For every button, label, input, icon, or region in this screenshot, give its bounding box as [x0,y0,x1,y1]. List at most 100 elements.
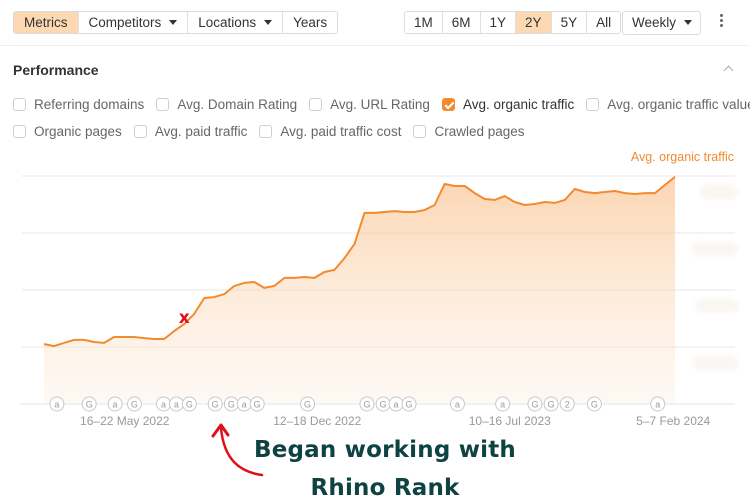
range-6m-button-label: 6M [451,15,471,30]
checkbox[interactable] [13,98,26,111]
range-6m-button[interactable]: 6M [442,12,481,33]
svg-text:a: a [54,400,59,410]
google-update-icon[interactable]: G [359,396,375,412]
x-tick-label: 5–7 Feb 2024 [636,414,710,428]
range-1y-button-label: 1Y [489,15,507,30]
metric-row-1: Referring domains Avg. Domain Rating Avg. … [13,97,750,112]
range-5y-button[interactable]: 5Y [551,12,588,33]
checkbox[interactable] [309,98,323,111]
callout-line-2: Rhino Rank [310,475,460,500]
toolbar: Metrics Competitors Locations Years 1M 6M 1Y 2… [0,0,750,46]
google-update-icon[interactable]: G [300,396,316,412]
ahrefs-update-icon[interactable]: a [449,396,465,412]
kebab-icon[interactable] [716,14,726,32]
svg-text:G: G [86,400,93,410]
range-all-button[interactable]: All [587,12,621,33]
metric-avg-paid-traffic-cost[interactable]: Avg. paid traffic cost [259,124,401,139]
metric-avg-organic-traffic[interactable]: Avg. organic traffic [441,97,575,112]
metric-organic-pages[interactable]: Organic pages [13,124,122,139]
svg-text:G: G [548,400,555,410]
interval-label: Weekly [632,15,677,30]
metric-row-2: Organic pages Avg. paid traffic Avg. paid … [13,124,537,139]
google-update-icon[interactable]: G [223,396,239,412]
metric-label: Avg. paid traffic [154,124,248,139]
competitors-button[interactable]: Competitors [78,12,189,33]
google-update-icon[interactable]: G [543,396,559,412]
ahrefs-update-icon[interactable]: a [495,396,511,412]
chevron-up-icon[interactable] [723,64,735,74]
metric-label: Organic pages [34,124,122,139]
checkbox[interactable] [156,98,170,111]
google-update-icon[interactable]: G [81,396,97,412]
range-1y-button[interactable]: 1Y [480,12,517,33]
google-update-icon[interactable]: G [401,396,417,412]
range-5y-button-label: 5Y [560,15,578,30]
google-update-icon[interactable]: G [375,396,391,412]
range-2y-button-label: 2Y [525,15,542,30]
svg-text:a: a [161,400,166,410]
svg-text:G: G [531,400,538,410]
caret-down-icon [684,20,693,25]
years-button-label: Years [293,15,328,30]
ahrefs-update-icon[interactable]: a [49,396,65,412]
ahrefs-update-icon[interactable]: a [236,396,252,412]
metric-label: Avg. organic traffic value [607,97,750,112]
ahrefs-update-icon[interactable]: a [168,396,184,412]
years-button[interactable]: Years [283,12,338,33]
interval-dropdown[interactable]: Weekly [622,11,702,35]
metric-avg-paid-traffic[interactable]: Avg. paid traffic [133,124,248,139]
metric-crawled-pages[interactable]: Crawled pages [413,124,525,139]
svg-text:a: a [113,400,118,410]
google-update-icon[interactable]: G [586,396,602,412]
google-update-icon[interactable]: G [181,396,197,412]
range-all-button-label: All [596,15,612,30]
google-update-icon[interactable]: G [527,396,543,412]
svg-text:2: 2 [565,400,570,410]
locations-button[interactable]: Locations [188,12,284,33]
callout-line-1: Began working with [253,437,516,463]
date-range-group: 1M 6M 1Y 2Y 5Y All [404,11,622,34]
annotation-count-icon[interactable]: 2 [559,396,575,412]
view-button-group: Metrics Competitors Locations Years [13,11,339,34]
metric-label: Avg. organic traffic [462,97,575,112]
ahrefs-update-icon[interactable]: a [650,396,666,412]
google-update-icon[interactable]: G [249,396,265,412]
competitors-button-label: Competitors [88,15,162,30]
x-tick-label: 10–16 Jul 2023 [469,414,551,428]
svg-text:G: G [363,400,370,410]
x-tick-label: 12–18 Dec 2022 [273,414,361,428]
metric-referring-domains[interactable]: Referring domains [13,97,144,112]
metrics-button[interactable]: Metrics [14,12,79,33]
svg-text:a: a [655,400,660,410]
svg-text:G: G [186,400,193,410]
annotation-callout: Began working with Rhino Rank [230,431,540,500]
metric-label: Avg. paid traffic cost [280,124,402,139]
start-marker-x: x [179,308,190,328]
checkbox[interactable] [133,125,147,138]
metric-avg-organic-traffic-value[interactable]: Avg. organic traffic value [586,97,750,112]
organic-traffic-chart: aGaGaaGGGaGGGGaGaaGG2Ga 16–22 May 2022 12… [20,175,735,428]
checkbox[interactable] [586,98,600,111]
svg-text:a: a [455,400,460,410]
svg-text:G: G [212,400,219,410]
checkbox[interactable] [441,98,455,111]
svg-text:a: a [174,400,179,410]
range-1m-button[interactable]: 1M [405,12,443,33]
ahrefs-update-icon[interactable]: a [156,396,172,412]
ahrefs-update-icon[interactable]: a [388,396,404,412]
metrics-button-label: Metrics [24,15,68,30]
ahrefs-update-icon[interactable]: a [107,396,123,412]
google-update-icon[interactable]: G [126,396,142,412]
metric-avg-url-rating[interactable]: Avg. URL Rating [309,97,430,112]
svg-text:G: G [591,400,598,410]
checkbox[interactable] [413,125,427,138]
checkbox[interactable] [13,125,26,138]
locations-button-label: Locations [198,15,257,30]
caret-down-icon [264,20,273,25]
google-update-icon[interactable]: G [207,396,223,412]
svg-text:G: G [254,400,261,410]
metric-label: Avg. Domain Rating [177,97,298,112]
checkbox[interactable] [259,125,273,138]
metric-avg-domain-rating[interactable]: Avg. Domain Rating [156,97,297,112]
range-2y-button[interactable]: 2Y [516,12,552,33]
